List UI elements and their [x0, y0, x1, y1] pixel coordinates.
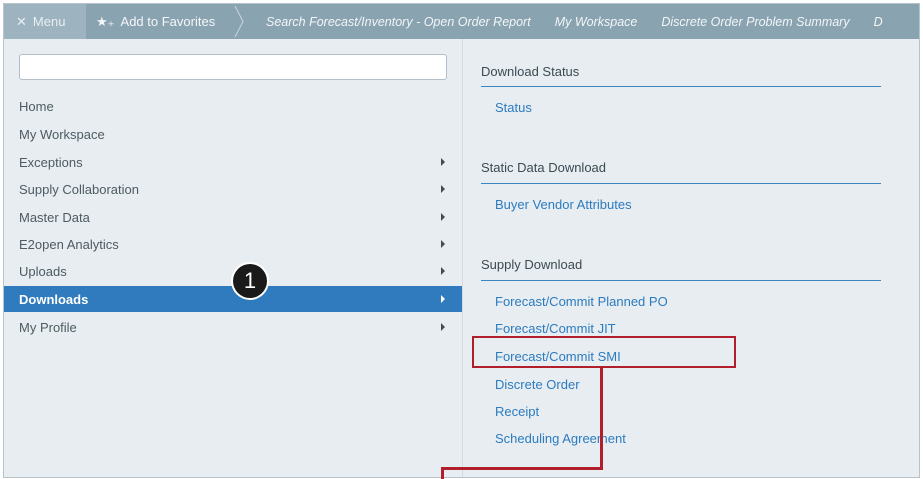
nav-item-label: Master Data — [19, 209, 90, 225]
nav-item-label: Home — [19, 98, 54, 114]
nav-item-label: E2open Analytics — [19, 236, 119, 252]
section-divider — [481, 280, 881, 281]
chevron-separator-icon — [234, 5, 244, 38]
nav-item-label: Uploads — [19, 263, 67, 279]
nav-item-home[interactable]: Home — [4, 93, 462, 119]
nav-item-my-profile[interactable]: My Profile — [4, 314, 462, 340]
link-discrete-order[interactable]: Discrete Order — [495, 377, 580, 392]
submenu-arrow-icon — [441, 267, 445, 275]
top-bar: ✕ Menu ★₊ Add to Favorites Search Foreca… — [4, 4, 919, 39]
close-icon: ✕ — [16, 13, 27, 29]
highlight-connector-line — [441, 467, 603, 470]
step-number-callout: 1 — [233, 264, 267, 298]
submenu-arrow-icon — [441, 158, 445, 166]
link-forecast-commit-planned-po[interactable]: Forecast/Commit Planned PO — [495, 294, 668, 309]
highlight-connector-line — [441, 467, 444, 479]
section-title-static-data-download: Static Data Download — [481, 160, 607, 175]
nav-item-my-workspace[interactable]: My Workspace — [4, 121, 462, 147]
submenu-arrow-icon — [441, 213, 445, 221]
breadcrumb: Search Forecast/Inventory - Open Order R… — [266, 4, 883, 39]
section-divider — [481, 86, 881, 87]
nav-item-label: My Profile — [19, 319, 77, 335]
submenu-arrow-icon — [441, 185, 445, 193]
section-title-supply-download: Supply Download — [481, 257, 583, 272]
highlight-connector-line — [600, 368, 603, 470]
nav-item-label: Downloads — [19, 291, 89, 307]
submenu-arrow-icon — [441, 240, 445, 248]
nav-item-label: Exceptions — [19, 154, 83, 170]
highlight-box — [472, 336, 736, 368]
submenu-arrow-icon — [441, 295, 445, 303]
menu-search-input[interactable] — [19, 54, 447, 80]
menu-panel: Home My Workspace Exceptions Supply Coll… — [4, 39, 462, 477]
nav-item-label: Supply Collaboration — [19, 181, 139, 197]
menu-button[interactable]: ✕ Menu — [4, 4, 86, 39]
link-forecast-commit-jit[interactable]: Forecast/Commit JIT — [495, 321, 616, 336]
nav-item-e2open-analytics[interactable]: E2open Analytics — [4, 231, 462, 257]
section-title-download-status: Download Status — [481, 64, 580, 79]
downloads-submenu-panel: Download Status Status Static Data Downl… — [462, 39, 919, 477]
nav-item-exceptions[interactable]: Exceptions — [4, 149, 462, 175]
breadcrumb-truncated[interactable]: D — [874, 15, 883, 29]
section-divider — [481, 183, 881, 184]
menu-label: Menu — [32, 14, 66, 29]
link-status[interactable]: Status — [495, 100, 532, 115]
link-scheduling-agreement[interactable]: Scheduling Agreement — [495, 431, 626, 446]
nav-item-label: My Workspace — [19, 126, 105, 142]
breadcrumb-open-order-report[interactable]: Search Forecast/Inventory - Open Order R… — [266, 15, 531, 29]
add-to-favorites-button[interactable]: ★₊ Add to Favorites — [96, 4, 215, 39]
breadcrumb-discrete-order-problem-summary[interactable]: Discrete Order Problem Summary — [661, 15, 849, 29]
breadcrumb-my-workspace[interactable]: My Workspace — [555, 15, 638, 29]
app-frame: ✕ Menu ★₊ Add to Favorites Search Foreca… — [3, 3, 920, 478]
link-buyer-vendor-attributes[interactable]: Buyer Vendor Attributes — [495, 197, 632, 212]
star-plus-icon: ★₊ — [96, 13, 115, 29]
submenu-arrow-icon — [441, 323, 445, 331]
link-receipt[interactable]: Receipt — [495, 404, 539, 419]
nav-item-master-data[interactable]: Master Data — [4, 204, 462, 230]
nav-item-downloads[interactable]: Downloads — [4, 286, 462, 312]
favorites-label: Add to Favorites — [120, 14, 216, 29]
nav-item-supply-collaboration[interactable]: Supply Collaboration — [4, 176, 462, 202]
